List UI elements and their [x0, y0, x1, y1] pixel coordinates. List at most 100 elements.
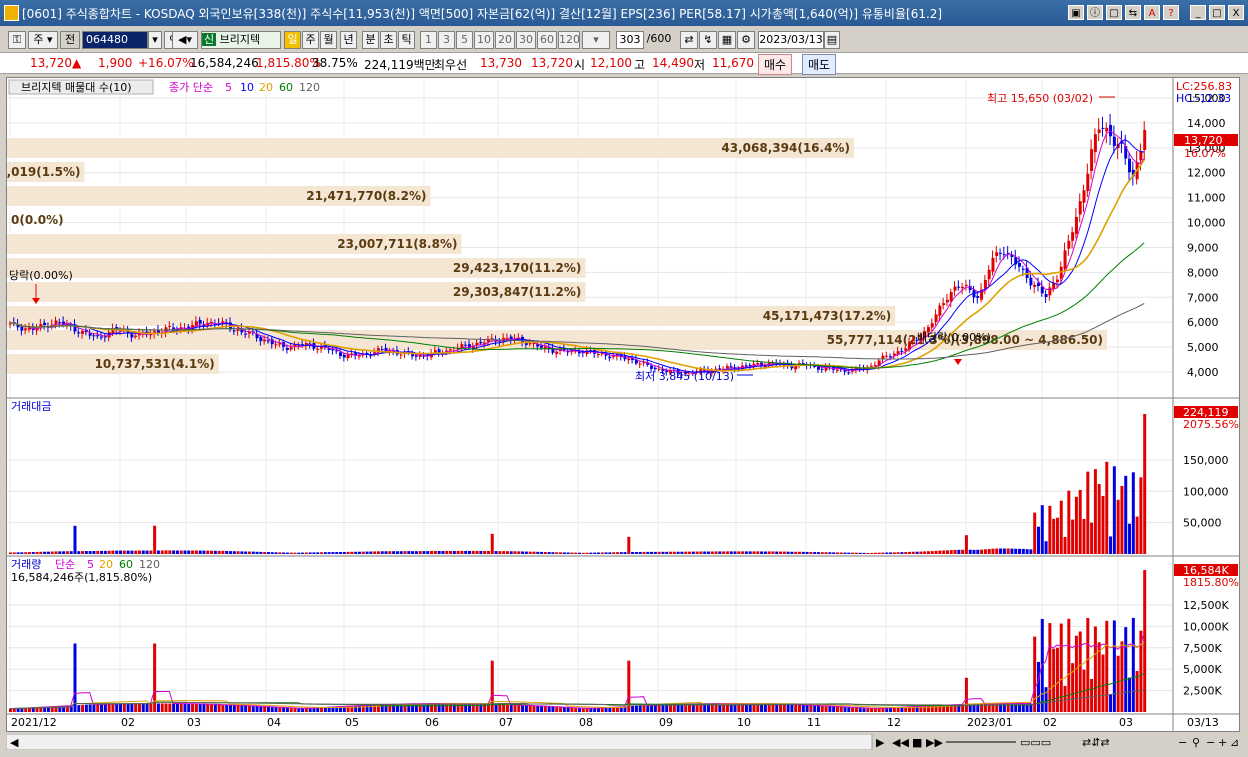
volume-bar	[160, 703, 164, 712]
indicator-icon[interactable]: ↯	[699, 31, 717, 49]
scroll-left-icon[interactable]: ◀	[10, 736, 19, 749]
amount-bar	[672, 551, 676, 554]
candle	[274, 344, 278, 346]
code-dropdown-icon[interactable]: ▾	[148, 31, 162, 49]
interval-10[interactable]: 10	[474, 31, 494, 49]
amount-bar	[50, 551, 54, 554]
scroll-track[interactable]	[5, 733, 873, 751]
volume-bar	[1078, 631, 1082, 712]
swap-icon[interactable]: ⇆	[1125, 5, 1141, 20]
amount-bar	[399, 551, 403, 554]
candle	[885, 355, 889, 357]
interval-120[interactable]: 120	[558, 31, 580, 49]
tools-icon[interactable]: ⇄⇵⇄	[1082, 736, 1110, 749]
candle	[130, 334, 134, 338]
candle	[369, 355, 373, 357]
scroll-bar[interactable]: ◀ ▶ ◀◀ ■ ▶▶ ▭▭▭ ⇄⇵⇄ − ⚲ − + ⊿	[5, 733, 1240, 751]
maximize-button[interactable]: □	[1209, 5, 1225, 20]
interval-60[interactable]: 60	[537, 31, 557, 49]
count-input[interactable]: 303	[616, 31, 644, 49]
volume-bar	[206, 704, 210, 712]
font-icon[interactable]: A	[1144, 5, 1160, 20]
amount-bar	[263, 551, 267, 554]
period-month[interactable]: 월	[320, 31, 337, 49]
interval-3[interactable]: 3	[438, 31, 455, 49]
amount-bar	[688, 551, 691, 554]
volume-bar	[1120, 641, 1124, 712]
period-year[interactable]: 년	[340, 31, 357, 49]
candle	[289, 347, 293, 350]
calendar-icon[interactable]: ▤	[824, 31, 840, 49]
candle	[934, 314, 938, 322]
settings-icon[interactable]: ⚙	[737, 31, 755, 49]
zoom-minus-icon[interactable]: −	[1206, 736, 1215, 749]
candle	[54, 320, 58, 324]
stock-chart[interactable]: 43,068,394(16.4%) 3,942,019(1.5%) 21,471,7…	[0, 78, 1239, 731]
stock-code-input[interactable]: 064480	[82, 31, 148, 49]
candle	[1033, 284, 1037, 287]
zoom-reset-icon[interactable]: ⊿	[1230, 736, 1239, 749]
amount-bar	[115, 550, 119, 554]
ma-legend-20: 20	[259, 81, 273, 94]
period-week[interactable]: 주	[302, 31, 319, 49]
forward-icon[interactable]: ▶▶	[926, 736, 943, 749]
date-input[interactable]: 2023/03/13	[758, 31, 824, 49]
lock-icon[interactable]: ⚿	[8, 31, 26, 49]
zoom-search-icon[interactable]: ⚲	[1192, 736, 1200, 749]
interval-5[interactable]: 5	[456, 31, 473, 49]
market-select[interactable]: 주 ▾	[28, 31, 58, 49]
help-button[interactable]: ?	[1163, 5, 1179, 20]
period-minute[interactable]: 분	[362, 31, 379, 49]
amount-bar	[350, 551, 354, 554]
amount-bar	[612, 552, 616, 554]
prev-button[interactable]: 전	[60, 31, 80, 49]
interval-1[interactable]: 1	[420, 31, 437, 49]
play-icon[interactable]: ▶	[876, 736, 885, 749]
chart-area[interactable]: 43,068,394(16.4%) 3,942,019(1.5%) 21,471,7…	[0, 77, 1240, 732]
turnover: 38.75%	[312, 56, 358, 70]
save-icon[interactable]: ▦	[718, 31, 736, 49]
period-second[interactable]: 초	[380, 31, 397, 49]
amount-bar	[456, 550, 460, 554]
speaker-icon[interactable]: ◀▾	[172, 31, 198, 49]
interval-dropdown[interactable]: ▾	[582, 31, 610, 49]
amount-bar	[524, 551, 528, 554]
amount-bar	[149, 550, 153, 554]
volume-bar	[543, 706, 547, 712]
amount-bar	[285, 552, 289, 554]
company-name[interactable]: 신 브리지텍	[201, 31, 281, 49]
zoom-out-icon[interactable]: −	[1178, 736, 1187, 749]
amount-bar	[911, 551, 915, 554]
rewind-icon[interactable]: ◀◀	[892, 736, 909, 749]
candle	[889, 356, 893, 358]
volume-bar	[1124, 627, 1128, 712]
volume-bar	[103, 704, 107, 712]
period-day[interactable]: 일	[284, 31, 301, 49]
period-tick[interactable]: 틱	[398, 31, 415, 49]
close-button[interactable]: X	[1228, 5, 1244, 20]
candle	[414, 355, 418, 357]
sell-button[interactable]: 매도	[802, 54, 837, 75]
zoom-in-icon[interactable]: +	[1218, 736, 1227, 749]
buy-button[interactable]: 매수	[758, 54, 793, 75]
amount-bar	[1055, 517, 1059, 554]
grid-icon[interactable]: ▭▭▭	[1020, 736, 1051, 749]
candle	[1018, 262, 1022, 267]
minimize-button[interactable]: _	[1190, 5, 1206, 20]
last-price: 13,720	[1184, 134, 1223, 147]
restore-small-icon[interactable]: □	[1106, 5, 1122, 20]
volume-bar	[657, 704, 661, 712]
tool-icon[interactable]: ⇄	[680, 31, 698, 49]
interval-30[interactable]: 30	[516, 31, 536, 49]
stop-icon[interactable]: ■	[912, 736, 922, 749]
amount-bar	[365, 551, 369, 554]
volume-bar	[141, 703, 145, 712]
amount-bar	[392, 551, 396, 554]
amount-bar	[251, 551, 255, 554]
amount-bar	[1128, 523, 1132, 554]
info-icon[interactable]: ⓘ	[1087, 5, 1103, 20]
link-icon[interactable]: ▣	[1068, 5, 1084, 20]
volume-bar	[263, 706, 267, 712]
interval-20[interactable]: 20	[495, 31, 515, 49]
amount-bar	[445, 550, 449, 554]
